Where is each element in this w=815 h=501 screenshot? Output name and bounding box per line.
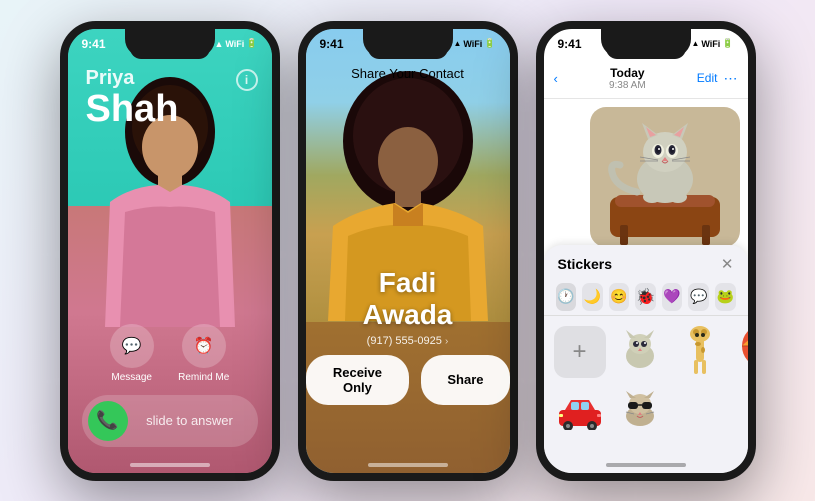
phone-number-text: (917) 555-0925 (367, 335, 442, 347)
call-actions: 💬 Message ⏰ Remind Me (68, 324, 272, 383)
share-button[interactable]: Share (421, 355, 509, 405)
status-time-2: 9:41 (320, 37, 344, 51)
message-circle: 💬 (110, 324, 154, 368)
phone-arrow-icon: › (445, 336, 448, 347)
remind-circle: ⏰ (182, 324, 226, 368)
contact-phone-2: (917) 555-0925 › (306, 335, 510, 347)
contact-lastname-1: Shah (86, 90, 179, 128)
balloon-sticker[interactable] (734, 326, 756, 378)
stickers-panel: Stickers ✕ 🕐 🌙 😊 🐞 💜 💬 🐸 + (544, 245, 748, 473)
remind-icon: ⏰ (194, 336, 214, 356)
stickers-close-button[interactable]: ✕ (721, 255, 734, 273)
contact-name-2: Fadi Awada (917) 555-0925 › (306, 267, 510, 347)
message-action[interactable]: 💬 Message (110, 324, 154, 383)
sticker-tabs: 🕐 🌙 😊 🐞 💜 💬 🐸 (544, 279, 748, 316)
receive-only-button[interactable]: Receive Only (306, 355, 410, 405)
slide-to-answer[interactable]: 📞 slide to answer (82, 395, 258, 447)
chat-date: Today (609, 66, 646, 80)
messages-header: ‹ < Back Today 9:38 AM Edit ⋯ (544, 59, 748, 99)
share-contact-buttons: Receive Only Share (306, 355, 510, 405)
header-actions-3: Edit ⋯ (697, 70, 738, 87)
message-label: Message (111, 372, 152, 383)
status-bar-phone3: 9:41 ●●● ▲ WiFi 🔋 (558, 37, 734, 51)
remind-action[interactable]: ⏰ Remind Me (178, 324, 229, 383)
dynamic-island-2 (368, 37, 448, 59)
sticker-tab-mood[interactable]: 🌙 (582, 283, 603, 311)
chat-area (544, 99, 748, 259)
contact-firstname-1: Priya (86, 67, 179, 90)
share-contact-title: Share Your Contact (306, 65, 510, 83)
sticker-tab-bubble[interactable]: 💬 (688, 283, 709, 311)
home-indicator-3 (606, 463, 686, 467)
message-icon: 💬 (122, 336, 142, 356)
dynamic-island-3 (606, 37, 686, 59)
stickers-title: Stickers (558, 256, 612, 272)
status-bar-phone2: 9:41 ●●● ▲ WiFi 🔋 (320, 37, 496, 51)
answer-button: 📞 (88, 401, 128, 441)
cat-photo-message (590, 107, 740, 247)
status-time-3: 9:41 (558, 37, 582, 51)
dynamic-island-1 (130, 37, 210, 59)
back-chevron-icon: ‹ (554, 71, 558, 86)
sticker-tab-recent[interactable]: 🕐 (556, 283, 577, 311)
info-icon-1: i (245, 73, 248, 87)
status-icons-2: ●●● ▲ WiFi 🔋 (435, 38, 495, 49)
contact-firstname-2: Fadi (306, 267, 510, 299)
answer-phone-icon: 📞 (96, 410, 118, 431)
sticker-tab-heart[interactable]: 💜 (662, 283, 683, 311)
remind-label: Remind Me (178, 372, 229, 383)
giraffe-sticker[interactable] (674, 326, 726, 378)
slide-text: slide to answer (128, 413, 252, 428)
title-text-2: Share Your Contact (351, 66, 464, 81)
edit-button-3[interactable]: Edit (697, 71, 718, 85)
sticker-tab-emoji[interactable]: 😊 (609, 283, 630, 311)
contact-name-1: Priya Shah (86, 67, 179, 128)
cat-sticker[interactable] (614, 326, 666, 378)
phone-share-contact: 9:41 ●●● ▲ WiFi 🔋 Share Your Contact Fad… (298, 21, 518, 481)
sticker-tab-bug[interactable]: 🐞 (635, 283, 656, 311)
phone-incoming-call: 9:41 ●●● ▲ WiFi 🔋 Priya Shah i 💬 Message… (60, 21, 280, 481)
sticker-tab-frog[interactable]: 🐸 (715, 283, 736, 311)
back-button-3[interactable]: ‹ < Back (554, 71, 558, 86)
home-indicator-1 (130, 463, 210, 467)
phone-messages-stickers: 9:41 ●●● ▲ WiFi 🔋 ‹ < Back Today 9:38 AM… (536, 21, 756, 481)
home-indicator-2 (368, 463, 448, 467)
contact-lastname-2: Awada (306, 299, 510, 331)
status-time-1: 9:41 (82, 37, 106, 51)
more-button-3[interactable]: ⋯ (723, 70, 737, 87)
status-icons-3: ●●● ▲ WiFi 🔋 (673, 38, 733, 49)
cool-cat-sticker[interactable] (614, 386, 666, 438)
info-button-1[interactable]: i (236, 69, 258, 91)
status-icons-1: ●●● ▲ WiFi 🔋 (196, 38, 257, 49)
stickers-header: Stickers ✕ (544, 245, 748, 279)
car-sticker[interactable] (554, 386, 606, 438)
status-bar-phone1: 9:41 ●●● ▲ WiFi 🔋 (82, 37, 258, 51)
add-sticker-button[interactable]: + (554, 326, 606, 378)
header-center-3: Today 9:38 AM (609, 66, 646, 91)
chat-time: 9:38 AM (609, 80, 646, 91)
stickers-grid: + (544, 316, 748, 448)
